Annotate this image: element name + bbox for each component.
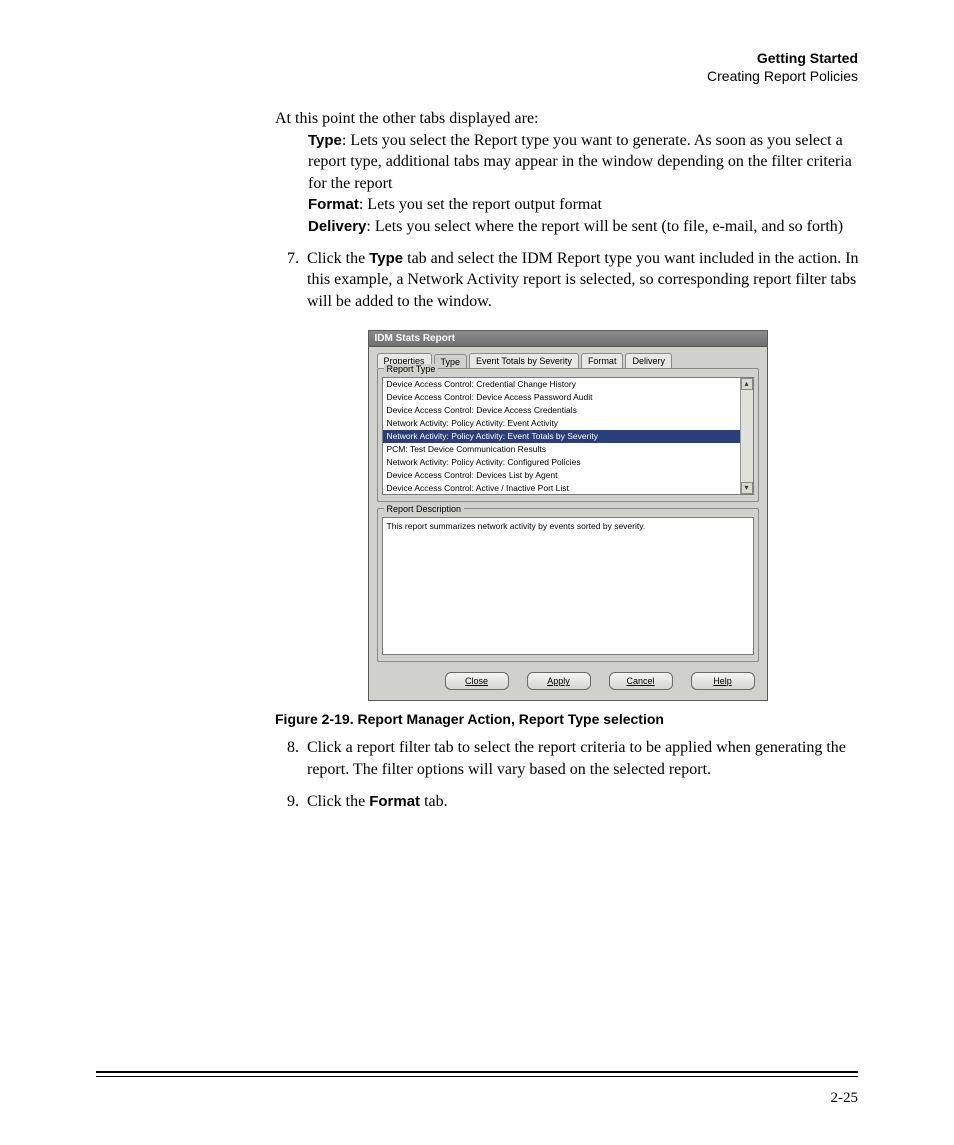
- main-content: At this point the other tabs displayed a…: [275, 108, 860, 812]
- step-9: 9. Click the Format tab.: [275, 791, 860, 813]
- tab-format[interactable]: Format: [581, 353, 624, 368]
- footer-rule: [96, 1071, 858, 1077]
- list-item[interactable]: Device Access Control: Devices List by A…: [383, 469, 740, 482]
- list-item[interactable]: Device Access Control: Active / Inactive…: [383, 482, 740, 494]
- tab-delivery[interactable]: Delivery: [625, 353, 672, 368]
- step-7-num: 7.: [275, 248, 307, 313]
- scroll-up-icon[interactable]: ▴: [741, 378, 753, 390]
- apply-button[interactable]: Apply: [527, 672, 591, 690]
- step-9-num: 9.: [275, 791, 307, 813]
- step-7: 7. Click the Type tab and select the IDM…: [275, 248, 860, 313]
- header-title: Getting Started: [707, 50, 858, 68]
- dialog-button-row: Close Apply Cancel Help: [369, 668, 767, 700]
- step-7-body: Click the Type tab and select the IDM Re…: [307, 248, 860, 313]
- close-button[interactable]: Close: [445, 672, 509, 690]
- report-type-listbox[interactable]: Device Access Control: Credential Change…: [382, 377, 754, 495]
- step-8: 8. Click a report filter tab to select t…: [275, 737, 860, 780]
- def-type: Type: Lets you select the Report type yo…: [308, 130, 860, 195]
- tab-event-totals[interactable]: Event Totals by Severity: [469, 353, 579, 368]
- report-type-label: Report Type: [384, 364, 439, 374]
- scroll-down-icon[interactable]: ▾: [741, 482, 753, 494]
- def-format-text: : Lets you set the report output format: [359, 196, 602, 213]
- dialog-titlebar: IDM Stats Report: [369, 331, 767, 347]
- def-type-text: : Lets you select the Report type you wa…: [308, 132, 852, 192]
- list-item[interactable]: Network Activity: Policy Activity: Confi…: [383, 456, 740, 469]
- report-desc-text: This report summarizes network activity …: [382, 517, 754, 655]
- page-number: 2-25: [831, 1090, 859, 1107]
- report-desc-label: Report Description: [384, 504, 465, 514]
- idm-stats-report-dialog: IDM Stats Report Properties Type Event T…: [368, 330, 768, 701]
- def-delivery-label: Delivery: [308, 218, 366, 235]
- page-header: Getting Started Creating Report Policies: [707, 50, 858, 85]
- figure-caption: Figure 2-19. Report Manager Action, Repo…: [275, 711, 860, 727]
- report-description-panel: Report Description This report summarize…: [377, 508, 759, 662]
- figure-dialog-wrap: IDM Stats Report Properties Type Event T…: [368, 330, 768, 701]
- step-8-body: Click a report filter tab to select the …: [307, 737, 860, 780]
- intro-text: At this point the other tabs displayed a…: [275, 108, 860, 130]
- cancel-button[interactable]: Cancel: [609, 672, 673, 690]
- list-item[interactable]: PCM: Test Device Communication Results: [383, 443, 740, 456]
- list-item[interactable]: Device Access Control: Device Access Cre…: [383, 404, 740, 417]
- header-subtitle: Creating Report Policies: [707, 68, 858, 86]
- def-format: Format: Lets you set the report output f…: [308, 194, 860, 216]
- step-9-body: Click the Format tab.: [307, 791, 860, 813]
- step-8-num: 8.: [275, 737, 307, 780]
- list-inner: Device Access Control: Credential Change…: [383, 378, 740, 494]
- list-item-selected[interactable]: Network Activity: Policy Activity: Event…: [383, 430, 740, 443]
- def-format-label: Format: [308, 196, 359, 213]
- def-delivery: Delivery: Lets you select where the repo…: [308, 216, 860, 238]
- list-item[interactable]: Network Activity: Policy Activity: Event…: [383, 417, 740, 430]
- list-item[interactable]: Device Access Control: Credential Change…: [383, 378, 740, 391]
- help-button[interactable]: Help: [691, 672, 755, 690]
- list-item[interactable]: Device Access Control: Device Access Pas…: [383, 391, 740, 404]
- def-type-label: Type: [308, 132, 342, 149]
- vertical-scrollbar[interactable]: ▴ ▾: [740, 378, 753, 494]
- tab-type[interactable]: Type: [434, 354, 468, 369]
- report-type-panel: Report Type Device Access Control: Crede…: [377, 368, 759, 502]
- def-delivery-text: : Lets you select where the report will …: [366, 218, 843, 235]
